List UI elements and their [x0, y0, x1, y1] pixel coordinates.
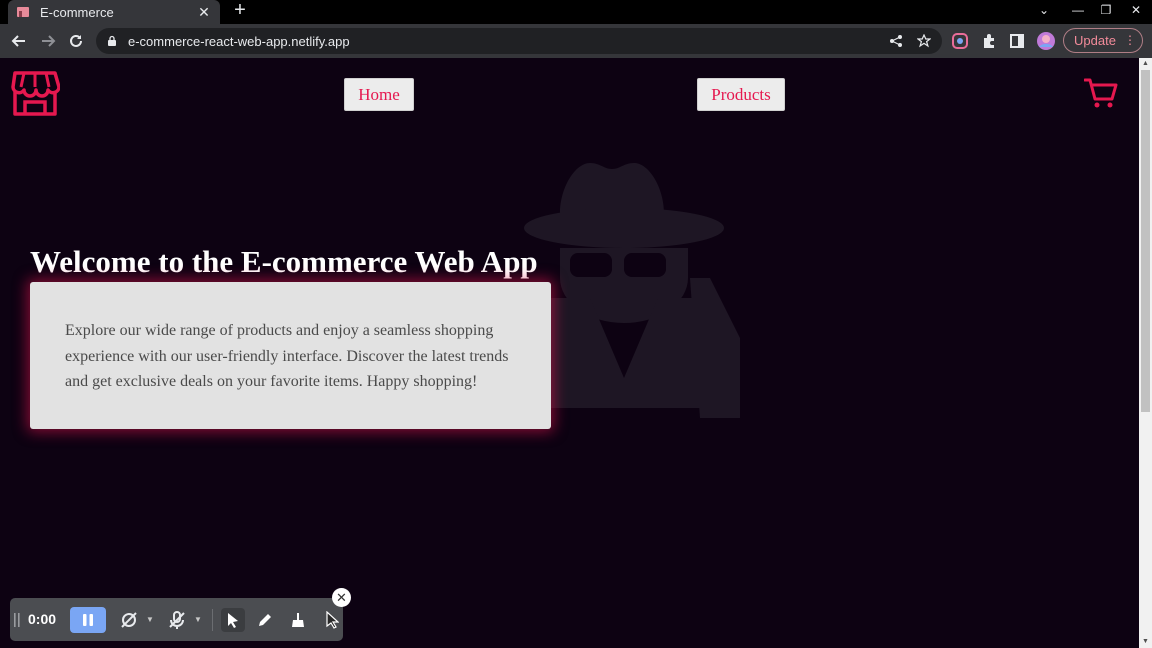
hero-description: Explore our wide range of products and e…: [65, 322, 509, 390]
minimize-icon[interactable]: —: [1066, 0, 1090, 20]
update-label: Update: [1074, 33, 1116, 48]
restore-icon[interactable]: ❐: [1094, 0, 1118, 20]
drag-handle-icon[interactable]: [14, 613, 20, 627]
recorder-toolbar: 0:00 ▼ ▼: [10, 598, 343, 641]
camera-dropdown-icon[interactable]: ▼: [146, 615, 154, 624]
page-viewport: Home Products Welcome to the E-commerce …: [0, 58, 1139, 648]
url-text: e-commerce-react-web-app.netlify.app: [128, 33, 350, 49]
pause-button[interactable]: [70, 607, 106, 633]
pause-icon: [83, 614, 93, 626]
hero-card: Explore our wide range of products and e…: [30, 282, 551, 429]
tab-e-commerce[interactable]: E-commerce ✕: [8, 0, 220, 24]
bookmark-star-icon[interactable]: [914, 28, 934, 54]
cart-icon[interactable]: [1084, 77, 1118, 109]
microphone-dropdown-icon[interactable]: ▼: [194, 615, 202, 624]
spy-icon: [520, 163, 740, 418]
pen-tool-icon[interactable]: [253, 608, 277, 632]
tab-search-icon[interactable]: ⌄: [1032, 0, 1056, 20]
share-icon[interactable]: [886, 28, 906, 54]
chrome-menu-icon[interactable]: ⋮: [1124, 33, 1136, 47]
eraser-broom-icon[interactable]: [286, 608, 310, 632]
scrollbar-thumb[interactable]: [1141, 70, 1150, 412]
nav-home-button[interactable]: Home: [344, 78, 414, 111]
browser-toolbar: e-commerce-react-web-app.netlify.app Upd…: [0, 24, 1152, 58]
extensions-puzzle-icon[interactable]: [978, 30, 1000, 52]
camera-off-icon[interactable]: [117, 608, 141, 632]
extension-recorder-icon[interactable]: [949, 30, 971, 52]
recorder-close-button[interactable]: ✕: [332, 588, 351, 607]
tab-close-icon[interactable]: ✕: [196, 4, 212, 21]
tab-title: E-commerce: [40, 4, 114, 20]
mouse-pointer-icon: [320, 608, 344, 632]
favicon-store-icon: [17, 7, 29, 17]
window-close-icon[interactable]: ✕: [1124, 0, 1148, 20]
new-tab-button[interactable]: +: [230, 0, 250, 24]
forward-icon[interactable]: [37, 30, 59, 52]
nav-products-button[interactable]: Products: [697, 78, 785, 111]
recorder-divider: [212, 609, 213, 631]
profile-avatar[interactable]: [1035, 30, 1057, 52]
lock-icon: [108, 35, 116, 46]
side-panel-icon[interactable]: [1006, 30, 1028, 52]
cursor-tool-icon[interactable]: [221, 608, 245, 632]
recording-time: 0:00: [28, 611, 57, 627]
tab-strip: E-commerce ✕ + ⌄ — ❐ ✕: [0, 0, 1152, 24]
page-scrollbar[interactable]: ▲ ▼: [1139, 58, 1152, 648]
address-bar[interactable]: e-commerce-react-web-app.netlify.app: [96, 28, 942, 54]
hero-title: Welcome to the E-commerce Web App: [30, 244, 538, 279]
scroll-down-icon[interactable]: ▼: [1141, 638, 1150, 646]
microphone-off-icon[interactable]: [165, 608, 189, 632]
scroll-up-icon[interactable]: ▲: [1141, 60, 1150, 68]
reload-icon[interactable]: [65, 30, 87, 52]
store-icon[interactable]: [10, 71, 60, 117]
back-icon[interactable]: [8, 30, 30, 52]
update-button[interactable]: Update ⋮: [1063, 28, 1143, 53]
